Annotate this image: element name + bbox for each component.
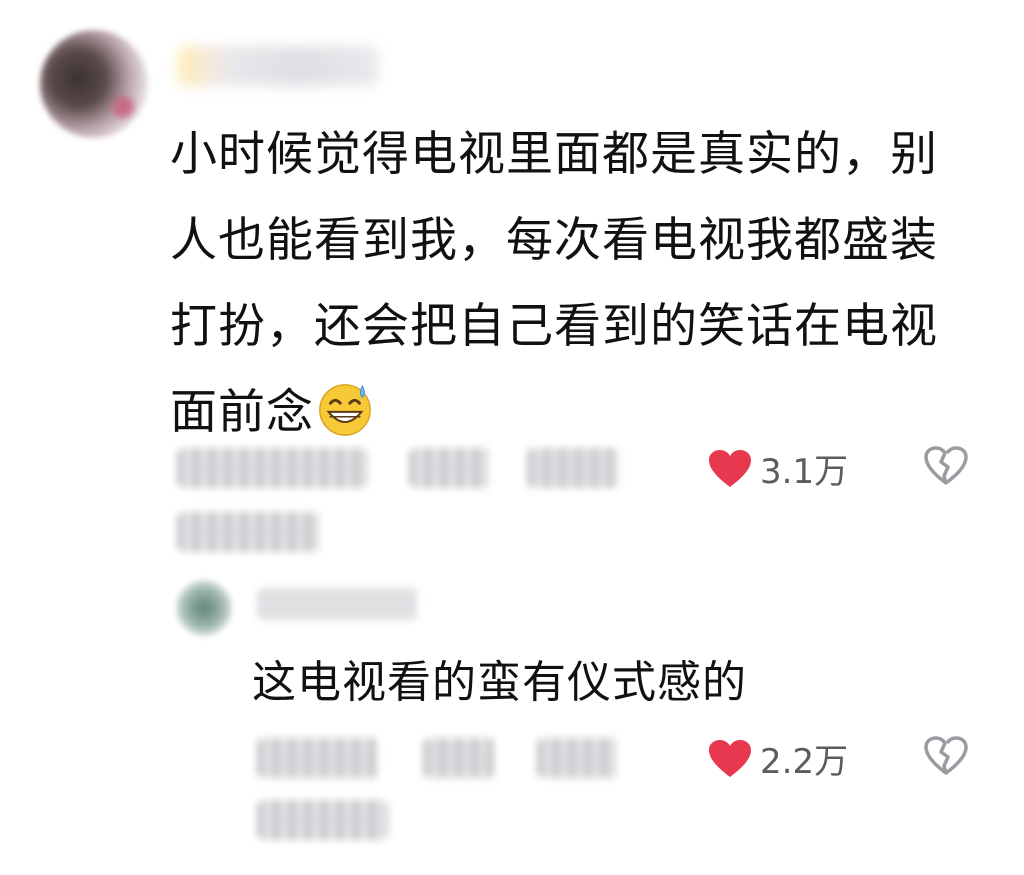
reply-avatar[interactable] xyxy=(176,580,232,636)
reply-like-button[interactable]: 2.2万 xyxy=(708,734,848,783)
username-blurred[interactable] xyxy=(178,46,378,86)
comment-line: 打扮，还会把自己看到的笑话在电视 xyxy=(170,299,938,354)
broken-heart-icon[interactable] xyxy=(924,446,968,486)
comment-meta-blurred xyxy=(178,448,368,488)
comment-line: 小时候觉得电视里面都是真实的，别 xyxy=(170,127,938,182)
grinning-sweat-emoji-icon xyxy=(319,384,371,436)
reply-reply-button-blurred[interactable] xyxy=(538,738,618,778)
broken-heart-icon[interactable] xyxy=(924,736,968,776)
reply-meta-blurred xyxy=(424,738,494,778)
reply-like-count: 2.2万 xyxy=(760,742,849,782)
reply-text: 这电视看的蛮有仪式感的 xyxy=(252,657,747,708)
view-replies-blurred[interactable] xyxy=(178,512,318,552)
reply-button-blurred[interactable] xyxy=(528,448,618,488)
reply-more-blurred[interactable] xyxy=(258,800,388,840)
reply-meta-blurred xyxy=(258,738,378,778)
like-button[interactable]: 3.1万 xyxy=(708,444,848,493)
comment-meta-blurred xyxy=(410,448,490,488)
comment-line-last: 面前念 xyxy=(170,370,970,456)
comment-line: 面前念 xyxy=(170,385,314,440)
like-count: 3.1万 xyxy=(760,452,849,492)
avatar[interactable] xyxy=(40,30,148,138)
heart-icon xyxy=(709,739,751,777)
heart-icon xyxy=(709,449,751,487)
comment-screen: 小时候觉得电视里面都是真实的，别 人也能看到我，每次看电视我都盛装 打扮，还会把… xyxy=(0,0,1024,875)
reply-username-blurred[interactable] xyxy=(258,588,418,620)
comment-line: 人也能看到我，每次看电视我都盛装 xyxy=(170,213,938,268)
comment-text: 小时候觉得电视里面都是真实的，别 人也能看到我，每次看电视我都盛装 打扮，还会把… xyxy=(170,112,970,456)
